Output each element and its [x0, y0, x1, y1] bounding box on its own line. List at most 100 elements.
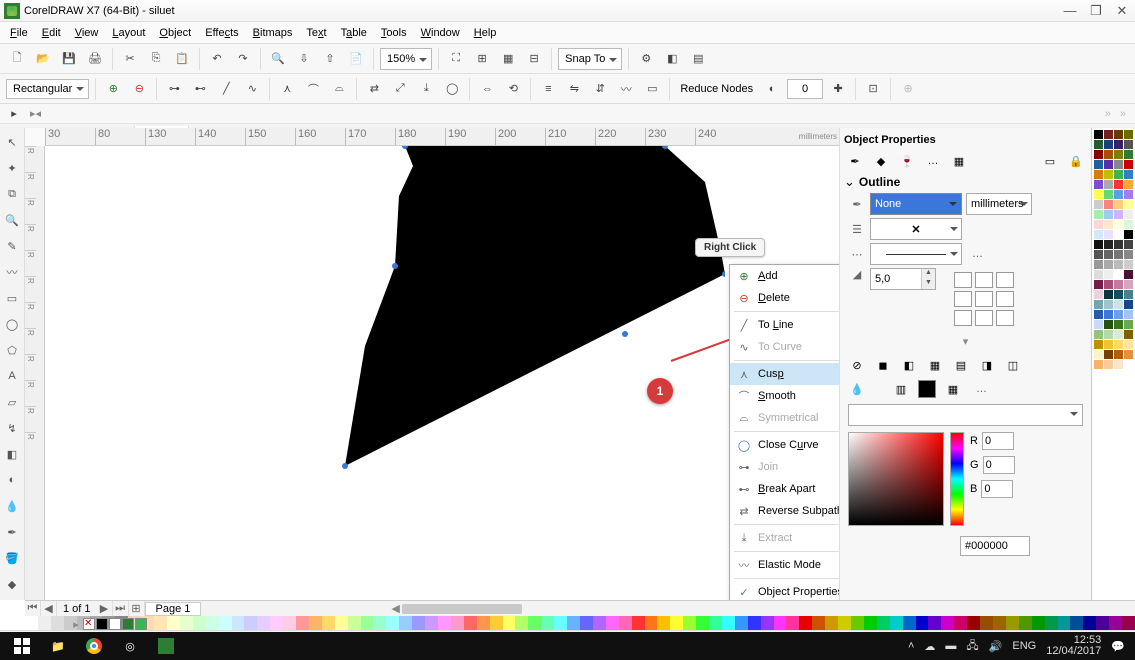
- new-button[interactable]: 🗋: [6, 48, 28, 70]
- palette-swatch[interactable]: [1104, 330, 1113, 339]
- palette-swatch[interactable]: [1124, 320, 1133, 329]
- hscroll-left[interactable]: ◀: [391, 602, 399, 615]
- palette-swatch[interactable]: [1094, 320, 1103, 329]
- page-last[interactable]: ⏭: [113, 601, 129, 616]
- palette-swatch[interactable]: [1114, 130, 1123, 139]
- symmetrical-node-button[interactable]: ⌓: [328, 78, 350, 100]
- white-swatch[interactable]: [109, 618, 121, 630]
- menu-object[interactable]: Object: [153, 25, 197, 41]
- no-fill-icon[interactable]: ⊘: [848, 356, 866, 374]
- reduce-slider-icon[interactable]: ◐: [761, 78, 783, 100]
- redo-button[interactable]: ↷: [232, 48, 254, 70]
- ctx-object-properties[interactable]: ✓Object PropertiesAlt+Enter: [730, 581, 839, 600]
- more-tab-icon[interactable]: …: [924, 152, 942, 170]
- palette-swatch[interactable]: [1104, 180, 1113, 189]
- palette-swatch[interactable]: [1114, 290, 1123, 299]
- menu-text[interactable]: Text: [300, 25, 332, 41]
- palette-swatch[interactable]: [1114, 150, 1123, 159]
- tray-date[interactable]: 12/04/2017: [1046, 646, 1101, 657]
- palette-swatch[interactable]: [1094, 220, 1103, 229]
- palette-swatch[interactable]: [1104, 190, 1113, 199]
- palette-swatch[interactable]: [1124, 170, 1133, 179]
- green-swatch[interactable]: [122, 618, 134, 630]
- rulers-button[interactable]: ⊞: [471, 48, 493, 70]
- ctx-elastic[interactable]: 〰Elastic Mode: [730, 554, 839, 576]
- to-curve-button[interactable]: ∿: [241, 78, 263, 100]
- palette-swatch[interactable]: [1124, 200, 1133, 209]
- palette-swatch[interactable]: [1094, 210, 1103, 219]
- ctx-to-line[interactable]: ╱To Line: [730, 314, 839, 336]
- canvas[interactable]: Right Click 1 ⊕Add ⊖Delete ╱To Line ∿To …: [45, 146, 839, 600]
- palette-swatch[interactable]: [1114, 350, 1123, 359]
- tray-up-icon[interactable]: ˄: [908, 640, 914, 652]
- palette-swatch[interactable]: [1094, 270, 1103, 279]
- elastic-button[interactable]: 〰: [615, 78, 637, 100]
- palette-swatch[interactable]: [1094, 130, 1103, 139]
- copy-button[interactable]: ⎘: [145, 48, 167, 70]
- fountain-fill-icon[interactable]: ◧: [900, 356, 918, 374]
- palette-swatch[interactable]: [1114, 360, 1123, 369]
- palette-swatch[interactable]: [1094, 350, 1103, 359]
- menu-edit[interactable]: Edit: [36, 25, 67, 41]
- palette-swatch[interactable]: [1124, 190, 1133, 199]
- line-style-dropdown[interactable]: ✕: [870, 218, 962, 240]
- palette-swatch[interactable]: [1094, 200, 1103, 209]
- palette-swatch[interactable]: [1094, 230, 1103, 239]
- g-input[interactable]: [983, 456, 1015, 474]
- ellipse-tool[interactable]: ◯: [2, 314, 22, 334]
- dash-more-icon[interactable]: …: [972, 248, 985, 260]
- search-button[interactable]: 🔍: [267, 48, 289, 70]
- rotate-button[interactable]: ⟲: [502, 78, 524, 100]
- palette-swatch[interactable]: [1124, 310, 1133, 319]
- app-button[interactable]: ▤: [687, 48, 709, 70]
- palette-swatch[interactable]: [1124, 230, 1133, 239]
- frame-tab-icon[interactable]: ▭: [1041, 152, 1059, 170]
- publish-button[interactable]: 📄: [345, 48, 367, 70]
- reduce-apply-button[interactable]: ✚: [827, 78, 849, 100]
- palette-swatch[interactable]: [1104, 310, 1113, 319]
- palette-swatch[interactable]: [1114, 210, 1123, 219]
- palette-swatch[interactable]: [1104, 350, 1113, 359]
- palette-swatch[interactable]: [1114, 240, 1123, 249]
- palette-swatch[interactable]: [1094, 190, 1103, 199]
- palette-swatch[interactable]: [1114, 170, 1123, 179]
- palette-swatch[interactable]: [1104, 270, 1113, 279]
- section-expand-1[interactable]: ▾: [844, 333, 1087, 350]
- more-button[interactable]: ⊕: [897, 78, 919, 100]
- palette-swatch[interactable]: [1094, 140, 1103, 149]
- options-button[interactable]: ⚙: [635, 48, 657, 70]
- hex-input[interactable]: #000000: [960, 536, 1030, 556]
- ctx-add[interactable]: ⊕Add: [730, 265, 839, 287]
- menu-view[interactable]: View: [69, 25, 105, 41]
- save-button[interactable]: 💾: [58, 48, 80, 70]
- ctx-reverse[interactable]: ⇄Reverse Subpaths: [730, 500, 839, 522]
- r-input[interactable]: [982, 432, 1014, 450]
- tray-volume-icon[interactable]: 🔊: [989, 640, 1003, 653]
- palette-swatch[interactable]: [1114, 310, 1123, 319]
- freehand-tool[interactable]: ✎: [2, 236, 22, 256]
- palette-swatch[interactable]: [1094, 340, 1103, 349]
- palette-swatch[interactable]: [1114, 220, 1123, 229]
- palette-swatch[interactable]: [1104, 220, 1113, 229]
- palette-swatch[interactable]: [1094, 160, 1103, 169]
- page-next[interactable]: ▶: [97, 601, 113, 616]
- palette-swatch[interactable]: [1124, 240, 1133, 249]
- ctx-break-apart[interactable]: ⊷Break Apart: [730, 478, 839, 500]
- outline-tool[interactable]: ✒: [2, 522, 22, 542]
- tray-battery-icon[interactable]: ▬: [945, 640, 956, 652]
- palette-swatch[interactable]: [1124, 260, 1133, 269]
- doc-nav-icon[interactable]: ▸◂: [30, 107, 41, 120]
- palette-swatch[interactable]: [1094, 240, 1103, 249]
- rectangle-tool[interactable]: ▭: [2, 288, 22, 308]
- palette-swatch[interactable]: [1104, 170, 1113, 179]
- undo-button[interactable]: ↶: [206, 48, 228, 70]
- ctx-close-curve[interactable]: ◯Close Curve: [730, 434, 839, 456]
- fill-tool[interactable]: 🪣: [2, 548, 22, 568]
- palette-swatch[interactable]: [1094, 310, 1103, 319]
- pick-tool-icon[interactable]: ▸: [6, 106, 22, 122]
- palette-swatch[interactable]: [1104, 300, 1113, 309]
- palette-swatch[interactable]: [1124, 280, 1133, 289]
- zoom-tool[interactable]: 🔍: [2, 210, 22, 230]
- page-tab-1[interactable]: Page 1: [145, 602, 202, 616]
- taskbar-chrome[interactable]: [76, 634, 112, 658]
